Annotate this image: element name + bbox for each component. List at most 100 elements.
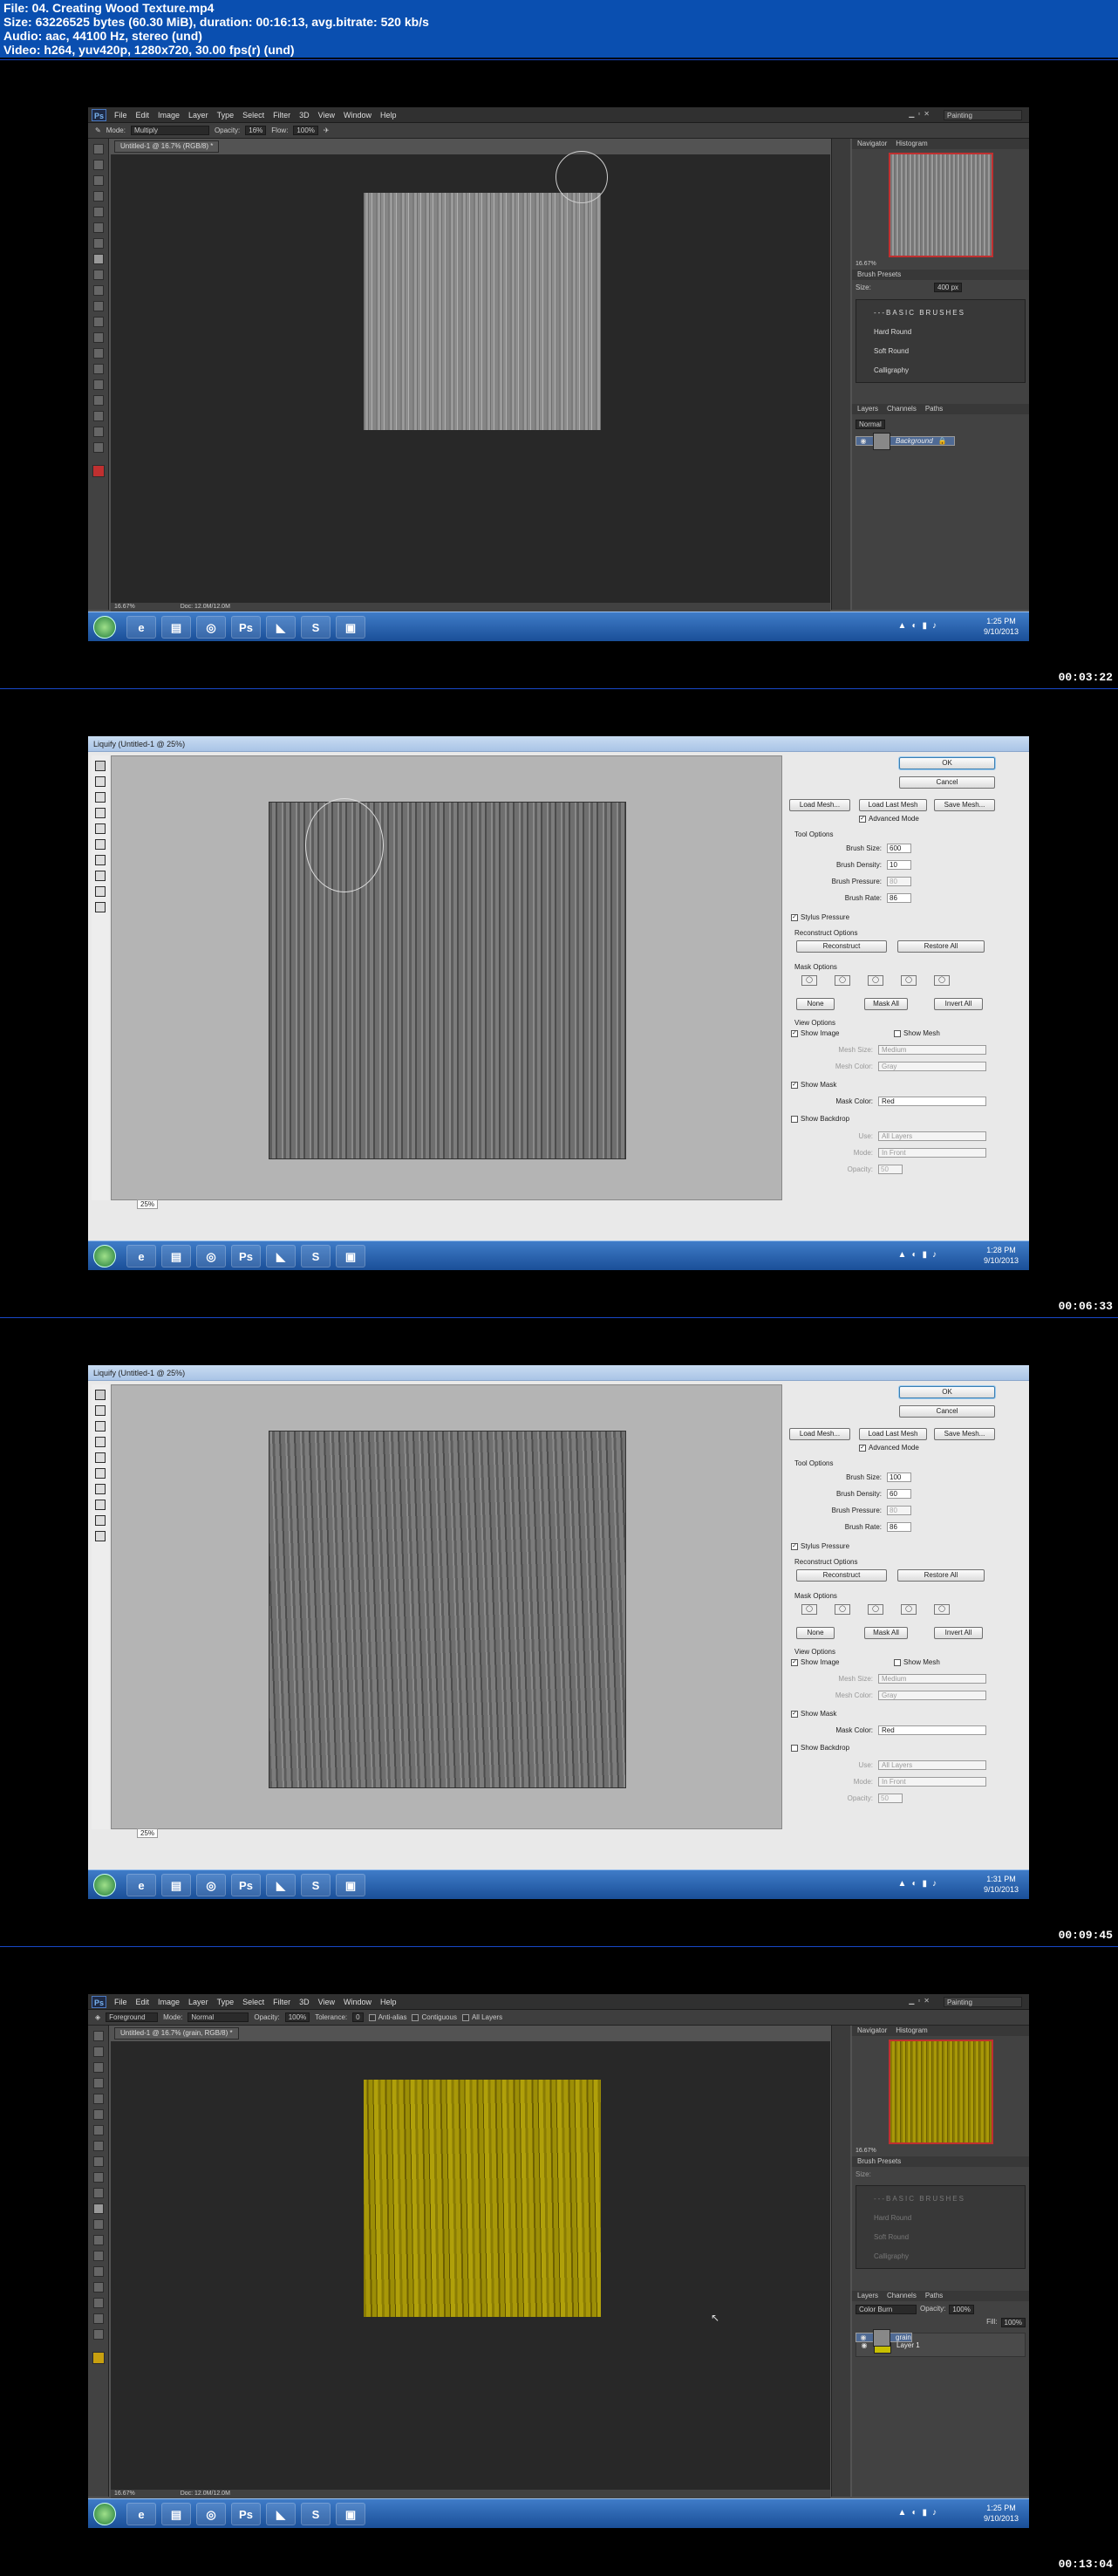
app-icon[interactable]: ◣ xyxy=(266,2503,296,2525)
menu-help[interactable]: Help xyxy=(380,1998,397,2006)
menu-edit[interactable]: Edit xyxy=(136,1998,150,2006)
brush-hard-round[interactable]: Hard Round xyxy=(860,323,1021,342)
menu-edit[interactable]: Edit xyxy=(136,111,150,120)
restore-all-button[interactable]: Restore All xyxy=(897,940,985,953)
brush-icon[interactable] xyxy=(92,254,104,264)
document-tab[interactable]: Untitled-1 @ 16.7% (RGB/8) * xyxy=(114,140,220,153)
brush-rate-field[interactable]: 86 xyxy=(887,893,911,903)
mask-color-select[interactable]: Red xyxy=(878,1097,986,1106)
wood-preview[interactable] xyxy=(269,1431,626,1788)
reconstruct-icon[interactable] xyxy=(95,776,106,787)
menu-file[interactable]: File xyxy=(114,1998,127,2006)
clock[interactable]: 1:25 PM 9/10/2013 xyxy=(984,616,1019,637)
pen-icon[interactable] xyxy=(92,364,104,374)
photoshop-taskbar-icon[interactable]: Ps xyxy=(231,616,261,639)
menu-image[interactable]: Image xyxy=(158,1998,180,2006)
window-controls[interactable]: ▁▫✕ xyxy=(909,1997,933,2005)
menu-help[interactable]: Help xyxy=(380,111,397,120)
canvas-area[interactable] xyxy=(111,151,830,603)
cancel-button[interactable]: Cancel xyxy=(899,1405,995,1418)
tab-channels[interactable]: Channels xyxy=(887,2291,917,2301)
mask-add-icon[interactable]: ◯ xyxy=(835,975,850,986)
mask-intersect-icon[interactable]: ◯ xyxy=(901,975,917,986)
bloat-icon[interactable] xyxy=(95,1452,106,1463)
brush-size-field[interactable]: 100 xyxy=(887,1472,911,1482)
mask-subtract-icon[interactable]: ◯ xyxy=(868,1604,883,1615)
menu-view[interactable]: View xyxy=(318,1998,335,2006)
mask-add-icon[interactable]: ◯ xyxy=(835,1604,850,1615)
eyedropper-icon[interactable] xyxy=(92,2109,104,2120)
push-left-icon[interactable] xyxy=(95,1468,106,1479)
tab-navigator[interactable]: Navigator xyxy=(857,139,887,149)
menu-type[interactable]: Type xyxy=(217,1998,235,2006)
marquee-tool-icon[interactable] xyxy=(92,2046,104,2057)
load-mesh-button[interactable]: Load Mesh... xyxy=(789,799,850,811)
eyedropper-icon[interactable] xyxy=(92,222,104,233)
mask-replace-icon[interactable]: ◯ xyxy=(801,1604,817,1615)
blur-icon[interactable] xyxy=(92,2219,104,2230)
history-brush-icon[interactable] xyxy=(92,2172,104,2183)
tool-icon[interactable]: ▣ xyxy=(336,1245,365,1268)
shape-icon[interactable] xyxy=(92,2298,104,2308)
tab-brush-presets[interactable]: Brush Presets xyxy=(857,270,901,280)
paint-bucket-icon[interactable]: ◈ xyxy=(95,2013,100,2021)
eye-icon[interactable]: ◉ xyxy=(859,437,868,446)
brush-density-field[interactable]: 60 xyxy=(887,1489,911,1499)
mask-invert-icon[interactable]: ◯ xyxy=(934,1604,950,1615)
dodge-icon[interactable] xyxy=(92,348,104,359)
tool-icon[interactable]: ▣ xyxy=(336,616,365,639)
ie-icon[interactable]: e xyxy=(126,616,156,639)
tab-channels[interactable]: Channels xyxy=(887,404,917,414)
magic-wand-icon[interactable] xyxy=(92,2078,104,2088)
tool-icon[interactable]: ▣ xyxy=(336,2503,365,2525)
fill-field[interactable]: 100% xyxy=(1000,2318,1026,2327)
start-button[interactable] xyxy=(93,616,116,639)
eraser-icon[interactable] xyxy=(92,2188,104,2198)
ok-button[interactable]: OK xyxy=(899,757,995,769)
thaw-mask-icon[interactable] xyxy=(95,871,106,881)
canvas-area[interactable]: ↖ xyxy=(111,2041,830,2490)
pen-icon[interactable] xyxy=(92,2251,104,2261)
tab-histogram[interactable]: Histogram xyxy=(896,2026,927,2036)
healing-icon[interactable] xyxy=(92,238,104,249)
layer-row[interactable]: ◉ Background 🔒 xyxy=(856,432,955,450)
brush-rate-field[interactable]: 86 xyxy=(887,1522,911,1532)
freeze-mask-icon[interactable] xyxy=(95,1484,106,1494)
foreground-color-swatch[interactable] xyxy=(92,465,105,477)
menu-window[interactable]: Window xyxy=(344,1998,372,2006)
flow-field[interactable]: 100% xyxy=(293,126,318,135)
type-icon[interactable] xyxy=(92,379,104,390)
menu-3d[interactable]: 3D xyxy=(299,1998,310,2006)
app-icon[interactable]: ◣ xyxy=(266,616,296,639)
brush-soft-round[interactable]: Soft Round xyxy=(860,342,1021,361)
app-icon[interactable]: ◣ xyxy=(266,1874,296,1896)
ok-button[interactable]: OK xyxy=(899,1386,995,1398)
start-button[interactable] xyxy=(93,1245,116,1268)
forward-warp-icon[interactable] xyxy=(95,1390,106,1400)
layer-opacity-field[interactable]: 100% xyxy=(949,2305,974,2314)
explorer-icon[interactable]: ▤ xyxy=(161,1874,191,1896)
chrome-icon[interactable]: ◎ xyxy=(196,1245,226,1268)
gradient-icon[interactable] xyxy=(92,317,104,327)
zoom-icon[interactable] xyxy=(92,2329,104,2340)
hand-icon[interactable] xyxy=(95,1515,106,1526)
load-last-mesh-button[interactable]: Load Last Mesh xyxy=(859,1428,927,1440)
menu-filter[interactable]: Filter xyxy=(273,1998,290,2006)
save-mesh-button[interactable]: Save Mesh... xyxy=(934,1428,995,1440)
explorer-icon[interactable]: ▤ xyxy=(161,2503,191,2525)
skype-icon[interactable]: S xyxy=(301,616,331,639)
start-button[interactable] xyxy=(93,1874,116,1896)
dodge-icon[interactable] xyxy=(92,2235,104,2245)
stylus-pressure-checkbox[interactable]: ✓ Stylus Pressure xyxy=(791,913,849,921)
tab-paths[interactable]: Paths xyxy=(925,404,943,414)
paint-bucket-tool-icon[interactable] xyxy=(92,2204,104,2214)
zoom-icon[interactable] xyxy=(95,902,106,912)
menu-layer[interactable]: Layer xyxy=(188,111,208,120)
reconstruct-icon[interactable] xyxy=(95,1405,106,1416)
restore-all-button[interactable]: Restore All xyxy=(897,1569,985,1582)
healing-icon[interactable] xyxy=(92,2125,104,2135)
path-select-icon[interactable] xyxy=(92,395,104,406)
brush-density-field[interactable]: 10 xyxy=(887,860,911,870)
invert-all-button[interactable]: Invert All xyxy=(934,998,983,1010)
airbrush-icon[interactable]: ✈ xyxy=(324,126,330,134)
